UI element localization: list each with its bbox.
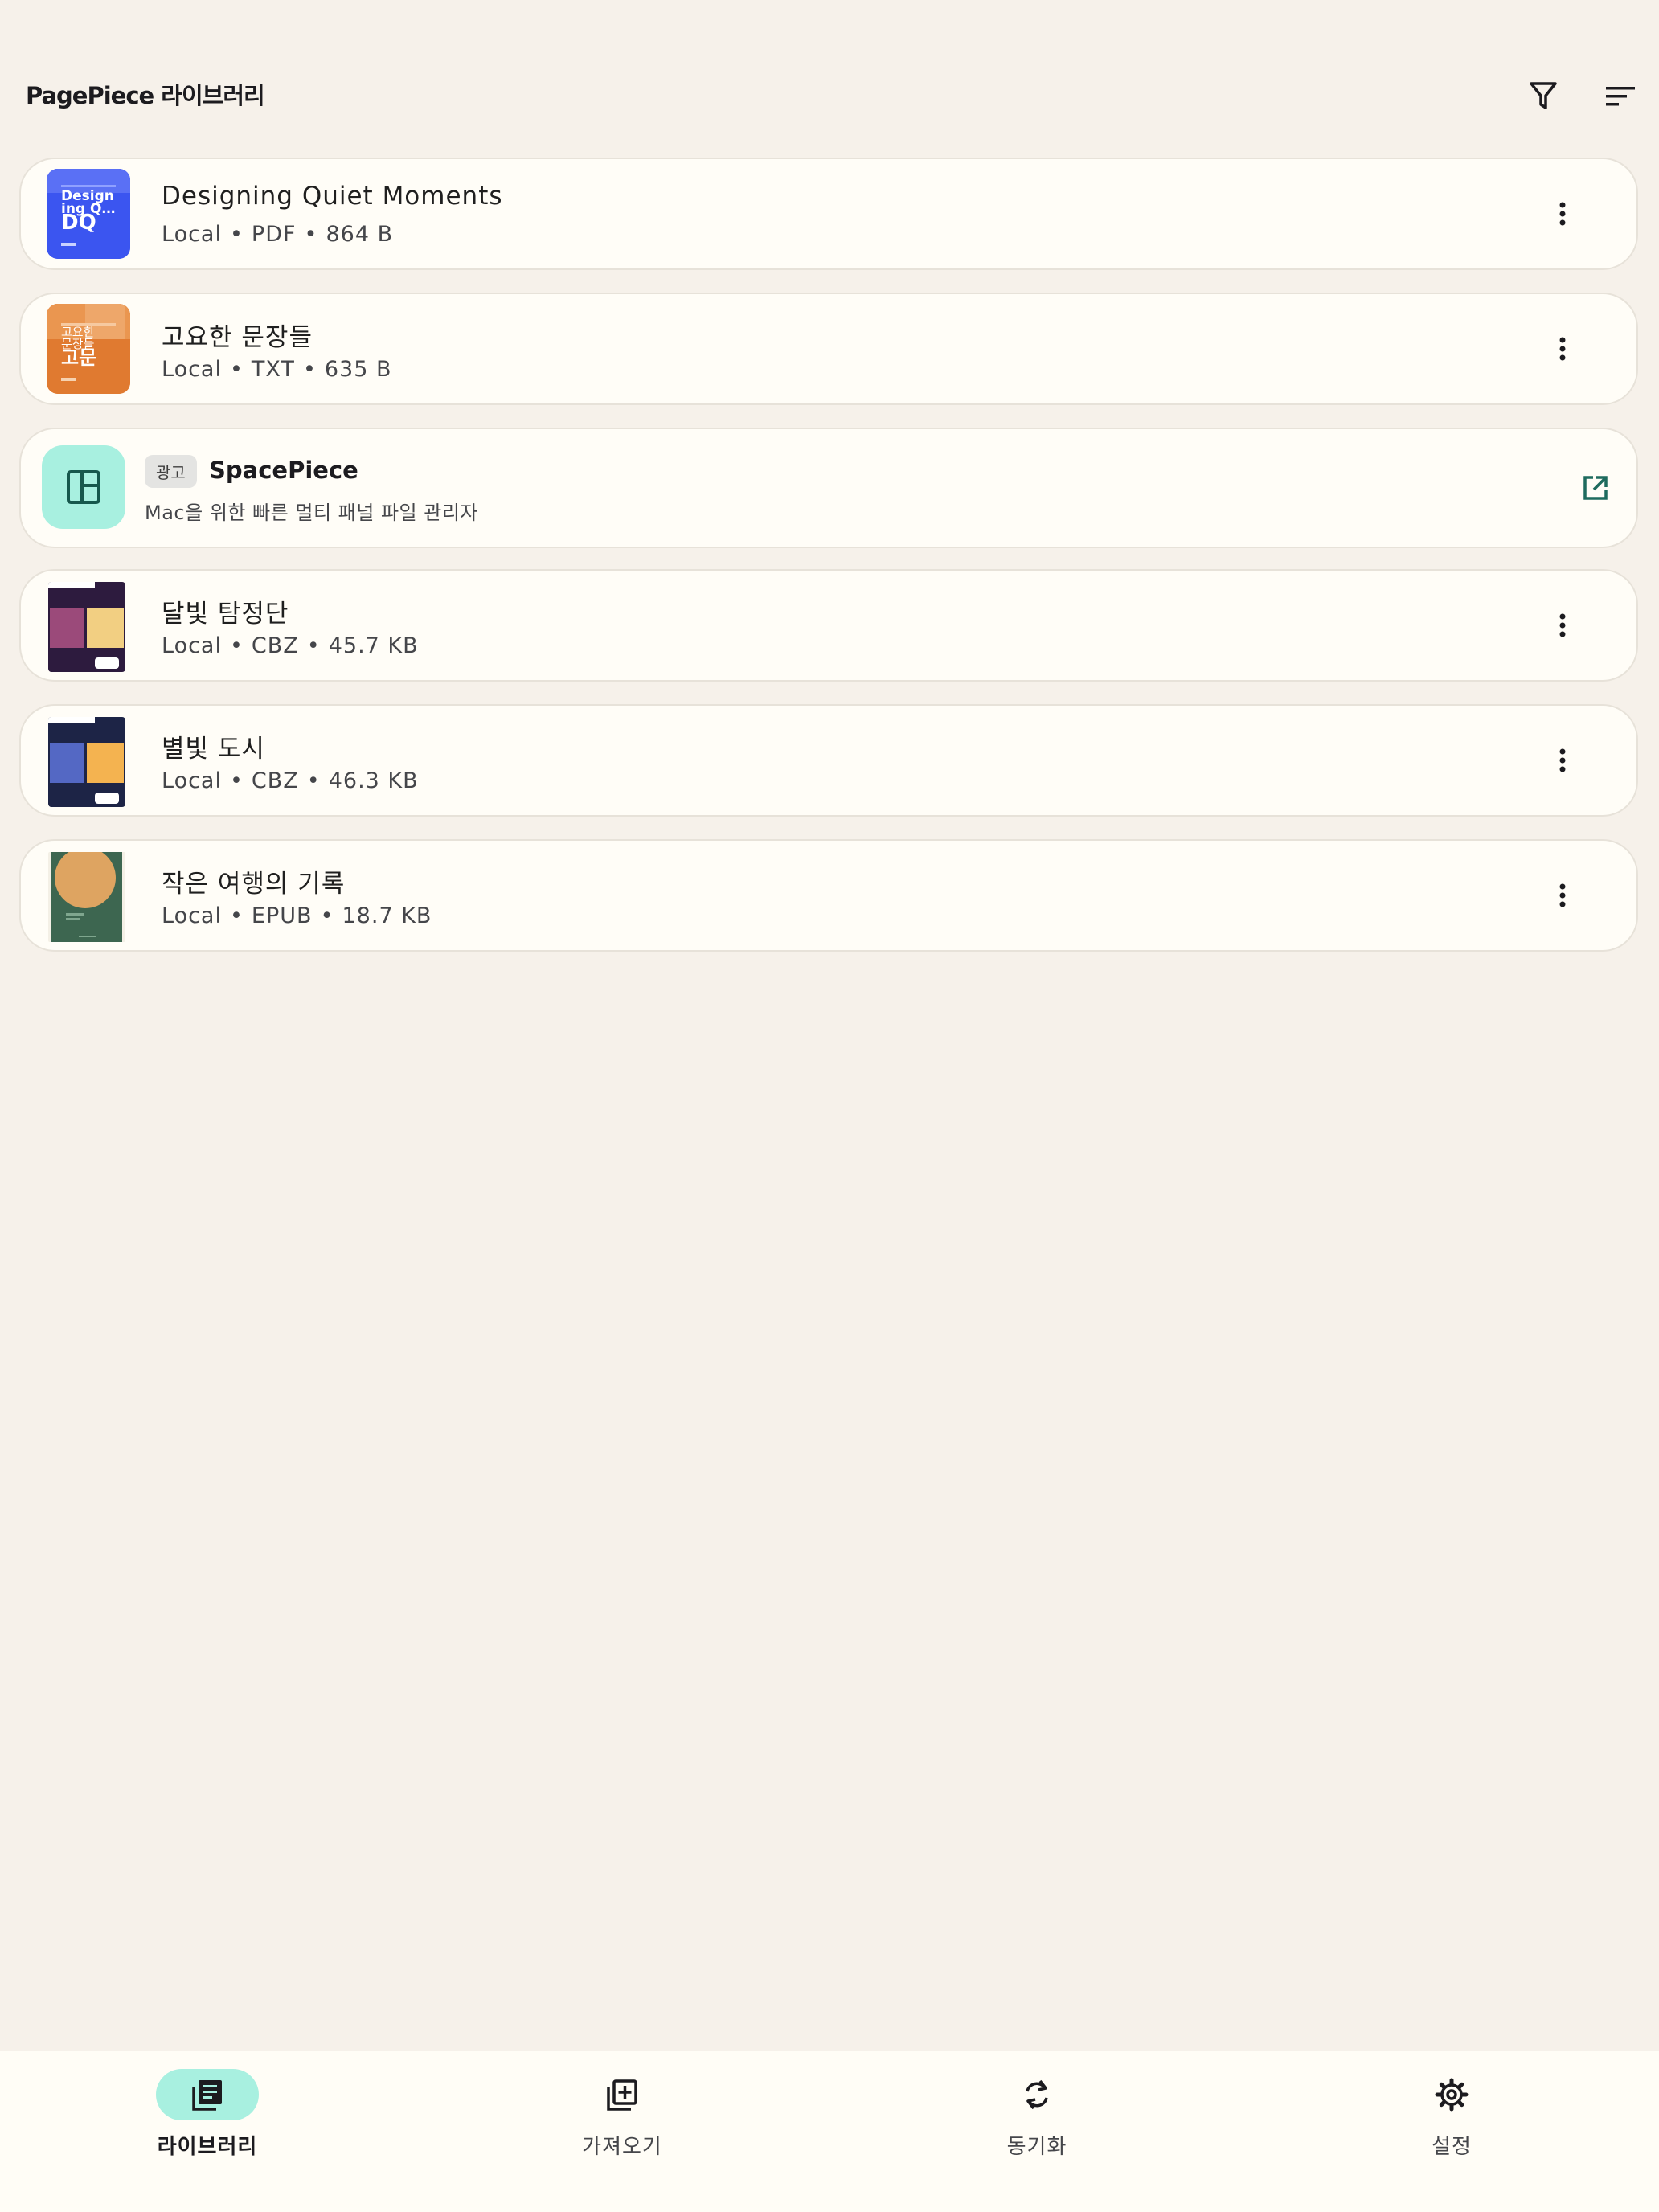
book-format: CBZ (251, 633, 299, 658)
book-title: 작은 여행의 기록 (162, 870, 346, 899)
separator-dot: • (229, 357, 244, 382)
book-format: CBZ (251, 768, 299, 793)
sort-icon[interactable] (1601, 77, 1640, 116)
book-cover: 고요한 문장들 고문 (47, 304, 130, 394)
cover-initials: 고문 (61, 346, 97, 369)
nav-label: 설정 (1432, 2135, 1472, 2159)
nav-label: 동기화 (1006, 2135, 1067, 2159)
book-card[interactable]: 고요한 문장들 고문 고요한 문장들 Local • TXT • 635 B (19, 293, 1638, 405)
book-cover (48, 582, 125, 672)
panel-layout-icon (42, 445, 125, 529)
book-cover (48, 717, 125, 807)
ad-title: SpacePiece (209, 457, 358, 484)
filter-icon[interactable] (1524, 77, 1563, 116)
nav-label: 가져오기 (582, 2135, 662, 2159)
settings-icon (1400, 2069, 1503, 2120)
separator-dot: • (306, 768, 321, 793)
sync-icon (985, 2069, 1088, 2120)
separator-dot: • (320, 903, 334, 928)
book-source: Local (162, 633, 222, 658)
nav-item-import[interactable]: 가져오기 (502, 2069, 743, 2165)
book-source: Local (162, 903, 222, 928)
separator-dot: • (229, 633, 244, 658)
ad-description: Mac을 위한 빠른 멀티 패널 파일 관리자 (145, 502, 479, 524)
book-source: Local (162, 768, 222, 793)
book-size: 45.7 KB (328, 633, 419, 658)
book-meta: Local • CBZ • 45.7 KB (162, 633, 419, 658)
separator-dot: • (304, 222, 318, 247)
separator-dot: • (229, 903, 244, 928)
book-source: Local (162, 357, 222, 382)
nav-item-library[interactable]: 라이브러리 (87, 2069, 328, 2165)
book-format: EPUB (251, 903, 313, 928)
ad-card[interactable]: 광고 SpacePiece Mac을 위한 빠른 멀티 패널 파일 관리자 (19, 428, 1638, 548)
book-format: TXT (251, 357, 295, 382)
book-title: 고요한 문장들 (162, 323, 313, 352)
book-meta: Local • EPUB • 18.7 KB (162, 903, 432, 928)
book-source: Local (162, 222, 222, 247)
book-meta: Local • CBZ • 46.3 KB (162, 768, 419, 793)
book-title: 달빛 탐정단 (162, 600, 289, 629)
nav-label: 라이브러리 (157, 2135, 258, 2159)
book-card[interactable]: 별빛 도시 Local • CBZ • 46.3 KB (19, 704, 1638, 817)
open-external-icon[interactable] (1579, 471, 1612, 505)
more-options-icon[interactable] (1545, 331, 1580, 367)
more-options-icon[interactable] (1545, 608, 1580, 643)
book-card[interactable]: 달빛 탐정단 Local • CBZ • 45.7 KB (19, 569, 1638, 682)
book-size: 46.3 KB (328, 768, 419, 793)
bottom-navigation: 라이브러리 가져오기 동기화 설정 (0, 2051, 1659, 2212)
ad-badge: 광고 (145, 455, 197, 488)
cover-initials: DQ (61, 211, 96, 235)
import-icon (571, 2069, 674, 2120)
book-size: 864 B (326, 222, 394, 247)
book-meta: Local • TXT • 635 B (162, 357, 392, 382)
book-cover (48, 852, 125, 942)
more-options-icon[interactable] (1545, 743, 1580, 778)
book-title: 별빛 도시 (162, 735, 265, 764)
book-title: Designing Quiet Moments (162, 182, 503, 211)
book-size: 18.7 KB (342, 903, 432, 928)
more-options-icon[interactable] (1545, 196, 1580, 231)
library-icon (156, 2069, 259, 2120)
separator-dot: • (302, 357, 317, 382)
page-title: PagePiece 라이브러리 (26, 82, 265, 109)
book-card[interactable]: Design ing Q… DQ Designing Quiet Moments… (19, 158, 1638, 270)
separator-dot: • (229, 222, 244, 247)
more-options-icon[interactable] (1545, 878, 1580, 913)
separator-dot: • (306, 633, 321, 658)
nav-item-sync[interactable]: 동기화 (916, 2069, 1157, 2165)
book-cover: Design ing Q… DQ (47, 169, 130, 259)
separator-dot: • (229, 768, 244, 793)
book-meta: Local • PDF • 864 B (162, 222, 393, 247)
top-app-bar: PagePiece 라이브러리 (0, 0, 1659, 153)
nav-item-settings[interactable]: 설정 (1331, 2069, 1572, 2165)
book-format: PDF (251, 222, 297, 247)
book-card[interactable]: 작은 여행의 기록 Local • EPUB • 18.7 KB (19, 839, 1638, 952)
book-size: 635 B (324, 357, 392, 382)
